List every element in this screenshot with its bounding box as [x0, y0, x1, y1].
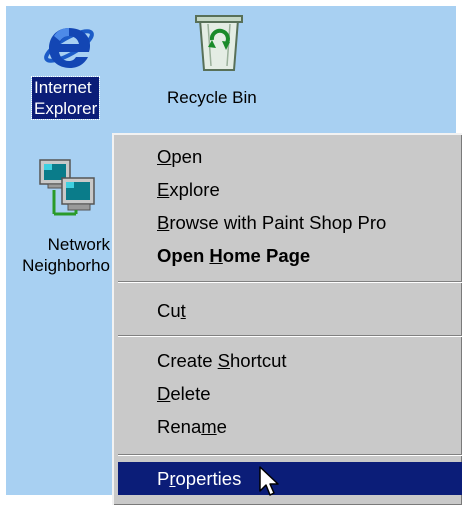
network-neighborhood-label: Network Neighborho: [6, 234, 110, 276]
internet-explorer-desktop-icon[interactable]: Internet Explorer: [30, 6, 114, 138]
recycle-bin-label: Recycle Bin: [167, 88, 257, 107]
menu-item-delete[interactable]: Delete: [118, 377, 462, 410]
internet-explorer-label: Internet Explorer: [30, 76, 101, 120]
menu-item-browse-with-paint-shop-pro[interactable]: Browse with Paint Shop Pro: [118, 206, 462, 239]
recycle-bin-icon: [195, 15, 243, 71]
internet-explorer-icon: [44, 28, 94, 68]
label-line-1: Internet: [34, 78, 92, 97]
context-menu: Open Explore Browse with Paint Shop Pro …: [112, 133, 462, 505]
menu-item-open[interactable]: Open: [118, 140, 462, 173]
menu-separator: [118, 335, 462, 337]
label-line-2: Neighborho: [22, 256, 110, 275]
label-line-1: Network: [47, 235, 110, 254]
recycle-bin-desktop-icon[interactable]: Recycle Bin: [156, 6, 286, 116]
network-neighborhood-icon: [39, 159, 95, 216]
menu-item-create-shortcut[interactable]: Create Shortcut: [118, 344, 462, 377]
menu-item-properties[interactable]: Properties: [118, 462, 462, 495]
mouse-pointer-icon: [259, 466, 279, 496]
menu-separator: [118, 281, 462, 283]
menu-item-explore[interactable]: Explore: [118, 173, 462, 206]
menu-item-open-home-page[interactable]: Open Home Page: [118, 239, 462, 272]
menu-item-rename[interactable]: Rename: [118, 410, 462, 443]
label-line-2: Explorer: [34, 99, 98, 118]
menu-separator: [118, 454, 462, 456]
menu-item-cut[interactable]: Cut: [118, 294, 462, 327]
network-neighborhood-desktop-icon[interactable]: Network Neighborho: [6, 156, 114, 286]
